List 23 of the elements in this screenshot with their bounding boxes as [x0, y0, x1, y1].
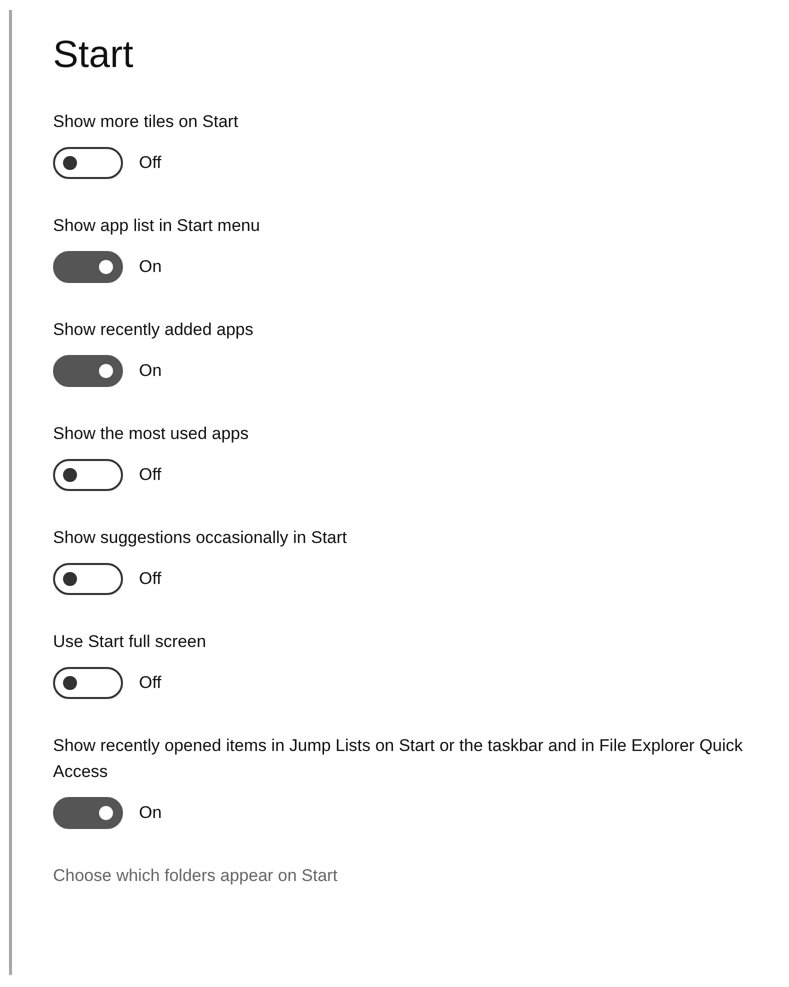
toggle-state-label: On: [139, 256, 162, 278]
toggle-state-label: On: [139, 802, 162, 824]
toggle-switch[interactable]: [53, 796, 123, 829]
setting-label: Show app list in Start menu: [53, 214, 261, 237]
setting-label: Show recently added apps: [53, 318, 254, 341]
toggle-state-label: Off: [139, 672, 162, 694]
toggle-switch[interactable]: [53, 146, 123, 179]
setting-label: Use Start full screen: [53, 630, 208, 653]
setting-label: Show recently opened items in Jump Lists on Start or the taskbar and in File Explorer Quick Access: [53, 734, 744, 783]
setting-label: Show more tiles on Start: [53, 110, 240, 133]
toggle-state-label: Off: [139, 464, 162, 486]
folders-link[interactable]: Choose which folders appear on Start: [53, 862, 338, 888]
toggle-switch[interactable]: [53, 458, 123, 491]
toggle-switch[interactable]: [53, 562, 123, 595]
toggle-state-label: On: [139, 360, 162, 382]
setting-label: Show the most used apps: [53, 422, 250, 445]
toggle-state-label: Off: [139, 568, 162, 590]
page-title: Start: [53, 33, 134, 78]
setting-label: Show suggestions occasionally in Start: [53, 526, 348, 549]
toggle-switch[interactable]: [53, 666, 123, 699]
toggle-switch[interactable]: [53, 354, 123, 387]
toggle-state-label: Off: [139, 152, 162, 174]
toggle-switch[interactable]: [53, 250, 123, 283]
